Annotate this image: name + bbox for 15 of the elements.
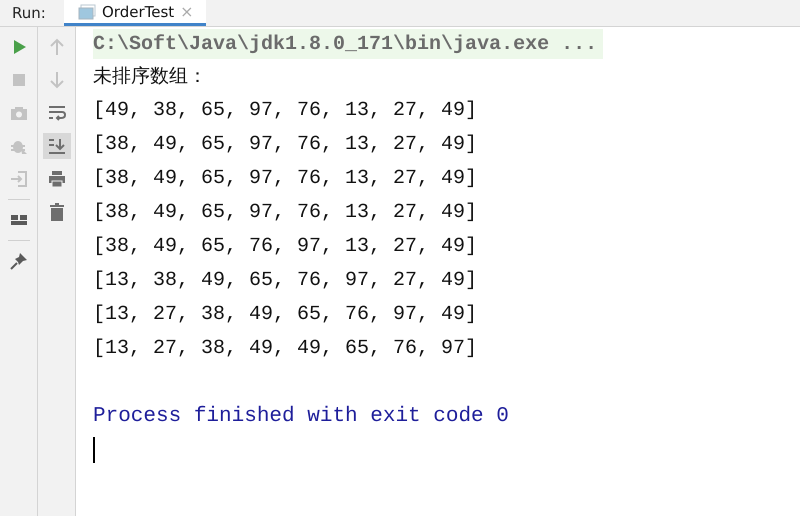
scroll-to-end-icon[interactable] — [42, 133, 70, 159]
exit-message: Process finished with exit code 0 — [93, 404, 509, 428]
command-line: C:\Soft\Java\jdk1.8.0_171\bin\java.exe ... — [93, 32, 598, 56]
window-icon — [78, 4, 96, 20]
run-label: Run: — [11, 3, 47, 24]
console-output: [38, 49, 65, 97, 76, 13, 27, 49] — [93, 166, 478, 190]
console-output: [38, 49, 65, 76, 97, 13, 27, 49] — [93, 234, 478, 258]
run-tab[interactable]: OrderTest × — [64, 0, 206, 26]
console-output: [38, 49, 65, 97, 76, 13, 27, 49] — [93, 200, 478, 224]
console-output: [49, 38, 65, 97, 76, 13, 27, 49] — [93, 98, 478, 122]
console-output: [13, 27, 38, 49, 65, 76, 97, 49] — [93, 302, 478, 326]
console-text: 未排序数组： — [93, 64, 207, 89]
console-output: [13, 38, 49, 65, 76, 97, 27, 49] — [93, 268, 478, 292]
console-output: [13, 27, 38, 49, 49, 65, 76, 97] — [93, 336, 478, 360]
console-output: [38, 49, 65, 97, 76, 13, 27, 49] — [93, 132, 478, 156]
